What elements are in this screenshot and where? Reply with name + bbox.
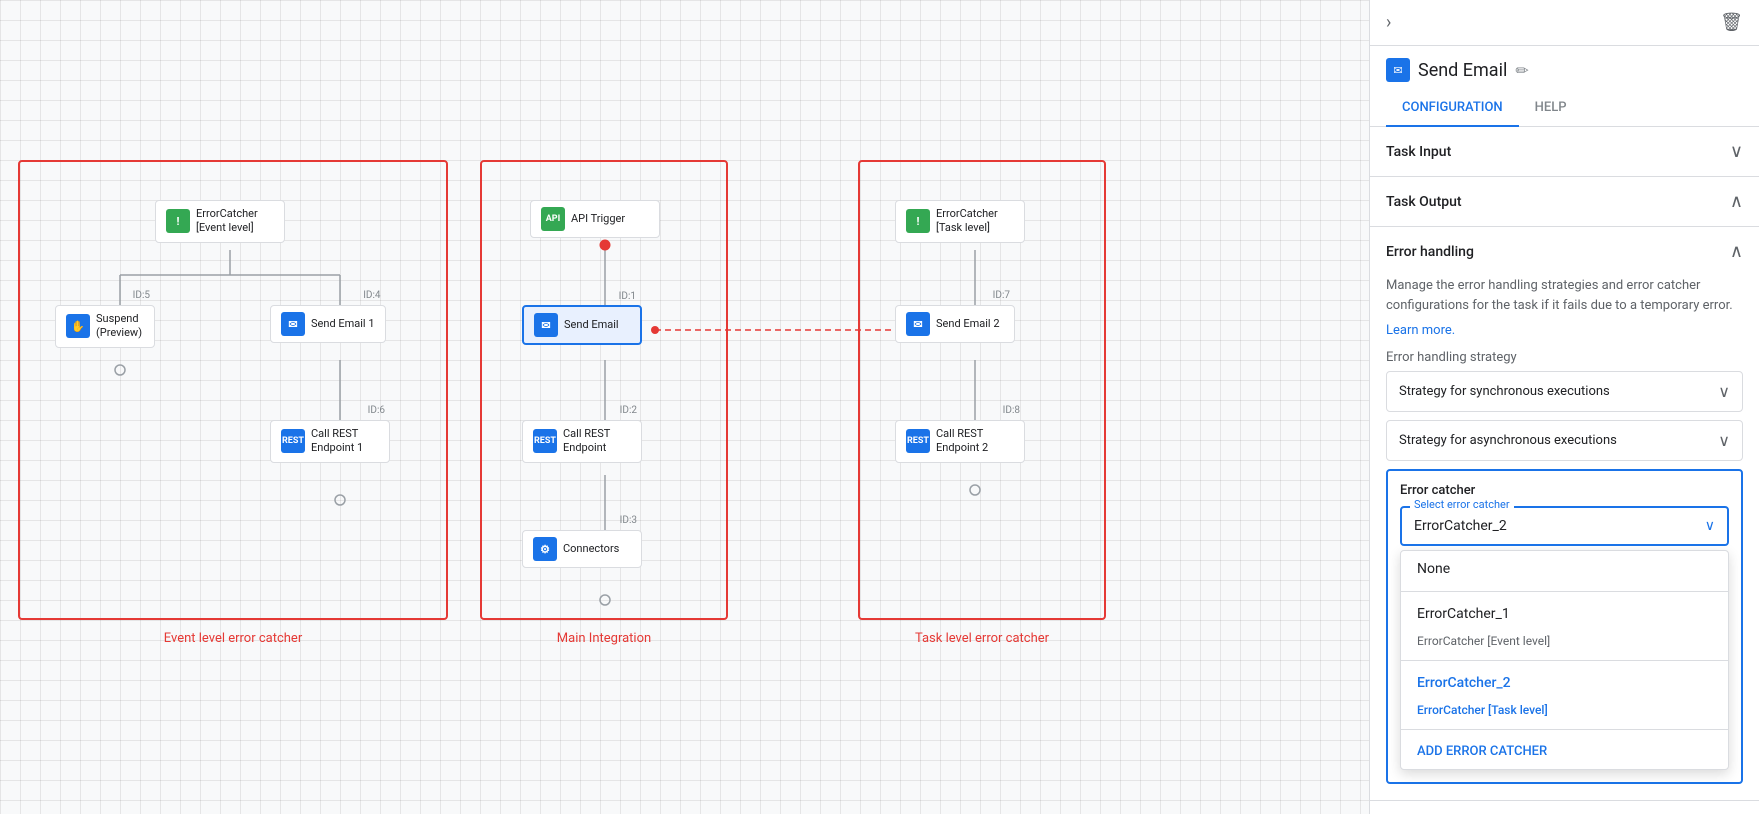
select-error-catcher[interactable]: ErrorCatcher_2 ∨ bbox=[1400, 506, 1729, 546]
sync-strategy-dropdown[interactable]: Strategy for synchronous executions ∨ bbox=[1386, 371, 1743, 412]
call-rest-main-icon: REST bbox=[533, 429, 557, 453]
error-catcher-task-label: ErrorCatcher[Task level] bbox=[936, 207, 998, 236]
suspend-preview-node[interactable]: ID:5 ✋ Suspend(Preview) bbox=[55, 305, 155, 348]
send-email-2-icon: ✉ bbox=[906, 312, 930, 336]
suspend-icon: ✋ bbox=[66, 314, 90, 338]
error-handling-desc: Manage the error handling strategies and… bbox=[1386, 276, 1743, 315]
send-email-2-node[interactable]: ID:7 ✉ Send Email 2 bbox=[895, 305, 1015, 343]
send-email-main-node[interactable]: ID:1 ✉ Send Email bbox=[522, 305, 642, 345]
send-email-1-node[interactable]: ID:4 ✉ Send Email 1 bbox=[270, 305, 386, 343]
dropdown-divider-3 bbox=[1401, 729, 1728, 730]
async-dropdown-arrow: ∨ bbox=[1718, 431, 1730, 450]
option-none[interactable]: None bbox=[1401, 551, 1728, 587]
call-rest-1-id: ID:6 bbox=[368, 405, 385, 416]
error-handling-content: Manage the error handling strategies and… bbox=[1370, 276, 1759, 800]
error-catcher-event-node[interactable]: ! ErrorCatcher[Event level] bbox=[155, 200, 285, 243]
sync-dropdown-arrow: ∨ bbox=[1718, 382, 1730, 401]
sync-strategy-value: Strategy for synchronous executions bbox=[1399, 384, 1610, 399]
task-output-section: Task Output ∧ bbox=[1370, 177, 1759, 227]
async-strategy-value: Strategy for asynchronous executions bbox=[1399, 433, 1617, 448]
call-rest-1-node[interactable]: ID:6 REST Call RESTEndpoint 1 bbox=[270, 420, 390, 463]
send-email-main-id: ID:1 bbox=[619, 291, 636, 302]
connectors-label: Connectors bbox=[563, 542, 619, 556]
option-errorcatcher-1-sub: ErrorCatcher [Event level] bbox=[1401, 632, 1728, 656]
call-rest-main-node[interactable]: ID:2 REST Call RESTEndpoint bbox=[522, 420, 642, 463]
dropdown-divider-2 bbox=[1401, 660, 1728, 661]
panel-title: Send Email bbox=[1418, 60, 1507, 81]
error-catcher-section-label: Error catcher bbox=[1400, 483, 1729, 498]
error-catcher-dropdown: None ErrorCatcher_1 ErrorCatcher [Event … bbox=[1400, 550, 1729, 770]
dropdown-divider-1 bbox=[1401, 591, 1728, 592]
call-rest-2-node[interactable]: ID:8 REST Call RESTEndpoint 2 bbox=[895, 420, 1025, 463]
send-email-main-icon: ✉ bbox=[534, 313, 558, 337]
tab-configuration[interactable]: CONFIGURATION bbox=[1386, 90, 1519, 127]
select-arrow: ∨ bbox=[1705, 518, 1715, 534]
call-rest-2-icon: REST bbox=[906, 429, 930, 453]
error-catcher-event-label: ErrorCatcher[Event level] bbox=[196, 207, 258, 236]
send-email-1-icon: ✉ bbox=[281, 312, 305, 336]
call-rest-2-id: ID:8 bbox=[1003, 405, 1020, 416]
call-rest-main-id: ID:2 bbox=[620, 405, 637, 416]
async-strategy-dropdown[interactable]: Strategy for asynchronous executions ∨ bbox=[1386, 420, 1743, 461]
error-handling-label: Error handling bbox=[1386, 244, 1474, 260]
error-catcher-box: Error catcher Select error catcher Error… bbox=[1386, 469, 1743, 784]
error-catcher-task-icon: ! bbox=[906, 209, 930, 233]
task-input-section: Task Input ∨ bbox=[1370, 127, 1759, 177]
learn-more-link[interactable]: Learn more. bbox=[1386, 323, 1455, 338]
call-rest-main-label: Call RESTEndpoint bbox=[563, 427, 610, 456]
api-trigger-icon: API bbox=[541, 207, 565, 231]
task-output-header[interactable]: Task Output ∧ bbox=[1370, 177, 1759, 226]
error-handling-chevron: ∧ bbox=[1730, 241, 1743, 262]
connectors-id: ID:3 bbox=[620, 515, 637, 526]
option-errorcatcher-1[interactable]: ErrorCatcher_1 bbox=[1401, 596, 1728, 632]
selected-catcher-value: ErrorCatcher_2 bbox=[1414, 518, 1507, 534]
send-email-panel-icon: ✉ bbox=[1386, 58, 1410, 82]
suspend-label: Suspend(Preview) bbox=[96, 312, 142, 341]
connectors-node[interactable]: ID:3 ⚙ Connectors bbox=[522, 530, 642, 568]
delete-button[interactable]: 🗑 bbox=[1720, 12, 1743, 33]
panel-tabs: CONFIGURATION HELP bbox=[1370, 90, 1759, 127]
api-trigger-label: API Trigger bbox=[571, 212, 625, 226]
add-error-catcher-button[interactable]: ADD ERROR CATCHER bbox=[1401, 734, 1728, 769]
send-email-2-id: ID:7 bbox=[993, 290, 1010, 301]
task-output-label: Task Output bbox=[1386, 194, 1462, 210]
tab-help[interactable]: HELP bbox=[1519, 90, 1583, 127]
call-rest-2-label: Call RESTEndpoint 2 bbox=[936, 427, 988, 456]
select-container: Select error catcher ErrorCatcher_2 ∨ bbox=[1400, 506, 1729, 546]
error-handling-section: Error handling ∧ Manage the error handli… bbox=[1370, 227, 1759, 801]
error-catcher-task-node[interactable]: ! ErrorCatcher[Task level] bbox=[895, 200, 1025, 243]
call-rest-1-label: Call RESTEndpoint 1 bbox=[311, 427, 363, 456]
send-email-1-label: Send Email 1 bbox=[311, 317, 375, 331]
strategy-label: Error handling strategy bbox=[1386, 350, 1743, 365]
canvas-area[interactable]: Event level error catcher ! ErrorCatcher… bbox=[0, 0, 1369, 814]
edit-title-icon[interactable]: ✏ bbox=[1515, 61, 1528, 80]
task-input-label: Task Input bbox=[1386, 144, 1451, 160]
task-input-header[interactable]: Task Input ∨ bbox=[1370, 127, 1759, 176]
suspend-id: ID:5 bbox=[133, 290, 150, 301]
option-errorcatcher-2-sub: ErrorCatcher [Task level] bbox=[1401, 701, 1728, 725]
panel-title-row: ✉ Send Email ✏ bbox=[1370, 46, 1759, 82]
call-rest-1-icon: REST bbox=[281, 429, 305, 453]
send-email-2-label: Send Email 2 bbox=[936, 317, 1000, 331]
panel-top-bar: › 🗑 bbox=[1370, 0, 1759, 46]
send-email-main-label: Send Email bbox=[564, 318, 619, 332]
task-output-chevron: ∧ bbox=[1730, 191, 1743, 212]
option-errorcatcher-2[interactable]: ErrorCatcher_2 bbox=[1401, 665, 1728, 701]
main-integration-label: Main Integration bbox=[557, 631, 651, 646]
send-email-1-id: ID:4 bbox=[363, 290, 380, 301]
error-handling-header[interactable]: Error handling ∧ bbox=[1370, 227, 1759, 276]
api-trigger-node[interactable]: API API Trigger bbox=[530, 200, 660, 238]
task-level-label: Task level error catcher bbox=[915, 631, 1049, 646]
event-level-label: Event level error catcher bbox=[164, 631, 302, 646]
task-input-chevron: ∨ bbox=[1730, 141, 1743, 162]
breadcrumb-chevron[interactable]: › bbox=[1386, 12, 1391, 33]
right-panel: › 🗑 ✉ Send Email ✏ CONFIGURATION HELP Ta… bbox=[1369, 0, 1759, 814]
select-label: Select error catcher bbox=[1410, 498, 1514, 511]
panel-scroll: Task Input ∨ Task Output ∧ Error handlin… bbox=[1370, 127, 1759, 814]
connectors-icon: ⚙ bbox=[533, 537, 557, 561]
error-catcher-event-icon: ! bbox=[166, 209, 190, 233]
